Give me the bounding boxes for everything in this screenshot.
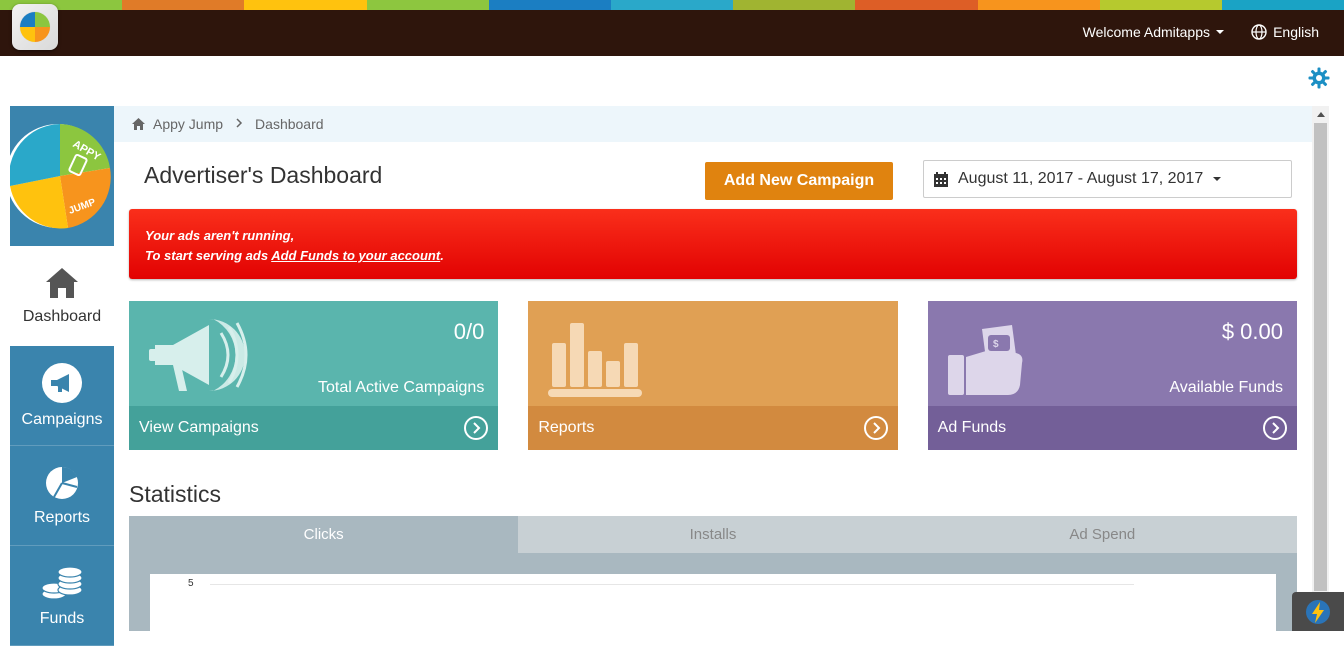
hand-money-icon: $ bbox=[947, 325, 1023, 395]
lightning-icon bbox=[1306, 599, 1330, 624]
funds-card: $ $ 0.00 Available Funds Ad Funds bbox=[927, 301, 1297, 450]
card-value: 0/0 bbox=[453, 319, 485, 344]
caret-down-icon bbox=[1213, 177, 1222, 181]
stripe-segment bbox=[977, 0, 1100, 10]
card-label: Total Active Campaigns bbox=[318, 379, 485, 396]
card-link-label: View Campaigns bbox=[139, 419, 259, 436]
sidebar-item-dashboard[interactable]: Dashboard bbox=[10, 246, 114, 346]
card-label: Available Funds bbox=[1169, 379, 1283, 396]
pie-chart-icon bbox=[46, 466, 78, 499]
language-selector[interactable]: English bbox=[1251, 24, 1319, 40]
alert-line1: Your ads aren't running, bbox=[145, 228, 295, 243]
date-range-picker[interactable]: August 11, 2017 - August 17, 2017 bbox=[923, 160, 1292, 198]
scroll-up-arrow-icon[interactable] bbox=[1312, 106, 1329, 123]
reports-link[interactable]: Reports bbox=[528, 406, 898, 450]
statistics-title: Statistics bbox=[129, 481, 222, 507]
alert-line2-prefix: To start serving ads bbox=[145, 248, 272, 263]
card-link-label: Ad Funds bbox=[937, 419, 1007, 436]
chevron-right-circle-icon bbox=[863, 416, 888, 440]
card-link-label: Reports bbox=[538, 419, 595, 436]
logo-pie-icon bbox=[19, 11, 51, 43]
megaphone-icon bbox=[42, 362, 82, 403]
sidebar-item-reports[interactable]: Reports bbox=[10, 446, 114, 546]
sidebar-item-label: Reports bbox=[33, 508, 91, 526]
stripe-segment bbox=[610, 0, 734, 10]
sidebar: APPY JUMP Dashboard Campaigns Reports Fu… bbox=[10, 106, 114, 646]
add-new-campaign-button[interactable]: Add New Campaign bbox=[705, 162, 893, 200]
stripe-segment bbox=[488, 0, 611, 10]
date-range-value: August 11, 2017 - August 17, 2017 bbox=[958, 170, 1204, 187]
page-scrollbar[interactable] bbox=[1312, 106, 1329, 631]
sidebar-item-campaigns[interactable]: Campaigns bbox=[10, 346, 114, 446]
welcome-label: Welcome Admitapps bbox=[1082, 24, 1210, 40]
sidebar-item-funds[interactable]: Funds bbox=[10, 546, 114, 646]
tab-installs[interactable]: Installs bbox=[518, 516, 908, 553]
breadcrumb-home-link[interactable]: Appy Jump bbox=[153, 116, 223, 132]
breadcrumb: Appy Jump Dashboard bbox=[114, 106, 1312, 142]
scrollbar-thumb[interactable] bbox=[1314, 123, 1327, 591]
stripe-segment bbox=[1221, 0, 1344, 10]
statistics-panel: Clicks Installs Ad Spend 5 bbox=[129, 516, 1297, 634]
ads-not-running-alert: Your ads aren't running, To start servin… bbox=[129, 209, 1297, 279]
page-title: Advertiser's Dashboard bbox=[144, 162, 383, 188]
tab-ad-spend[interactable]: Ad Spend bbox=[907, 516, 1297, 553]
app-logo[interactable] bbox=[12, 4, 58, 50]
statistics-tabs: Clicks Installs Ad Spend bbox=[129, 516, 1297, 553]
settings-gear-icon[interactable] bbox=[1308, 67, 1330, 94]
top-navbar: Welcome Admitapps English bbox=[0, 4, 1344, 56]
caret-down-icon bbox=[1216, 30, 1224, 34]
campaigns-card: 0/0 Total Active Campaigns View Campaign… bbox=[129, 301, 499, 450]
main-content: Appy Jump Dashboard Advertiser's Dashboa… bbox=[114, 106, 1312, 634]
calendar-icon bbox=[934, 171, 948, 187]
globe-icon bbox=[1251, 24, 1267, 40]
card-top: $ $ 0.00 Available Funds bbox=[927, 301, 1297, 406]
sidebar-item-label: Campaigns bbox=[21, 410, 103, 428]
bar-chart-icon bbox=[548, 323, 643, 397]
language-label: English bbox=[1273, 24, 1319, 40]
add-funds-link[interactable]: Add Funds to your account bbox=[271, 248, 440, 263]
stripe-segment bbox=[733, 0, 856, 10]
user-menu[interactable]: Welcome Admitapps bbox=[1083, 24, 1224, 40]
coins-icon bbox=[41, 565, 83, 600]
ad-funds-link[interactable]: Ad Funds bbox=[927, 406, 1297, 450]
card-value: $ 0.00 bbox=[1221, 319, 1283, 344]
sidebar-item-label: Funds bbox=[39, 609, 85, 627]
chevron-right-circle-icon bbox=[464, 416, 489, 440]
summary-cards: 0/0 Total Active Campaigns View Campaign… bbox=[129, 301, 1297, 450]
stripe-segment bbox=[366, 0, 489, 10]
top-color-stripe bbox=[0, 0, 1344, 10]
appy-jump-logo: APPY JUMP bbox=[10, 106, 114, 246]
alert-line2: To start serving ads Add Funds to your a… bbox=[145, 246, 1281, 266]
card-top: 0/0 Total Active Campaigns bbox=[129, 301, 499, 406]
svg-text:$: $ bbox=[993, 339, 999, 350]
chart-gridline bbox=[210, 584, 1134, 585]
y-axis-tick: 5 bbox=[188, 578, 194, 589]
chevron-right-icon bbox=[235, 117, 243, 131]
stripe-segment bbox=[244, 0, 367, 10]
alert-line2-suffix: . bbox=[440, 248, 444, 263]
tab-clicks[interactable]: Clicks bbox=[129, 516, 519, 553]
chevron-right-circle-icon bbox=[1262, 416, 1287, 440]
appy-jump-logo-icon: APPY JUMP bbox=[10, 124, 111, 229]
stripe-segment bbox=[1099, 0, 1222, 10]
stripe-segment bbox=[855, 0, 978, 10]
home-icon bbox=[132, 118, 145, 130]
card-top bbox=[528, 301, 898, 406]
reports-card: Reports bbox=[528, 301, 898, 450]
statistics-chart: 5 bbox=[150, 574, 1276, 634]
assistant-widget[interactable] bbox=[1292, 592, 1344, 631]
megaphone-icon bbox=[149, 319, 248, 391]
view-campaigns-link[interactable]: View Campaigns bbox=[129, 406, 499, 450]
breadcrumb-current: Dashboard bbox=[255, 116, 324, 132]
sidebar-item-label: Dashboard bbox=[22, 307, 102, 325]
home-icon bbox=[46, 267, 78, 298]
stripe-segment bbox=[122, 0, 245, 10]
